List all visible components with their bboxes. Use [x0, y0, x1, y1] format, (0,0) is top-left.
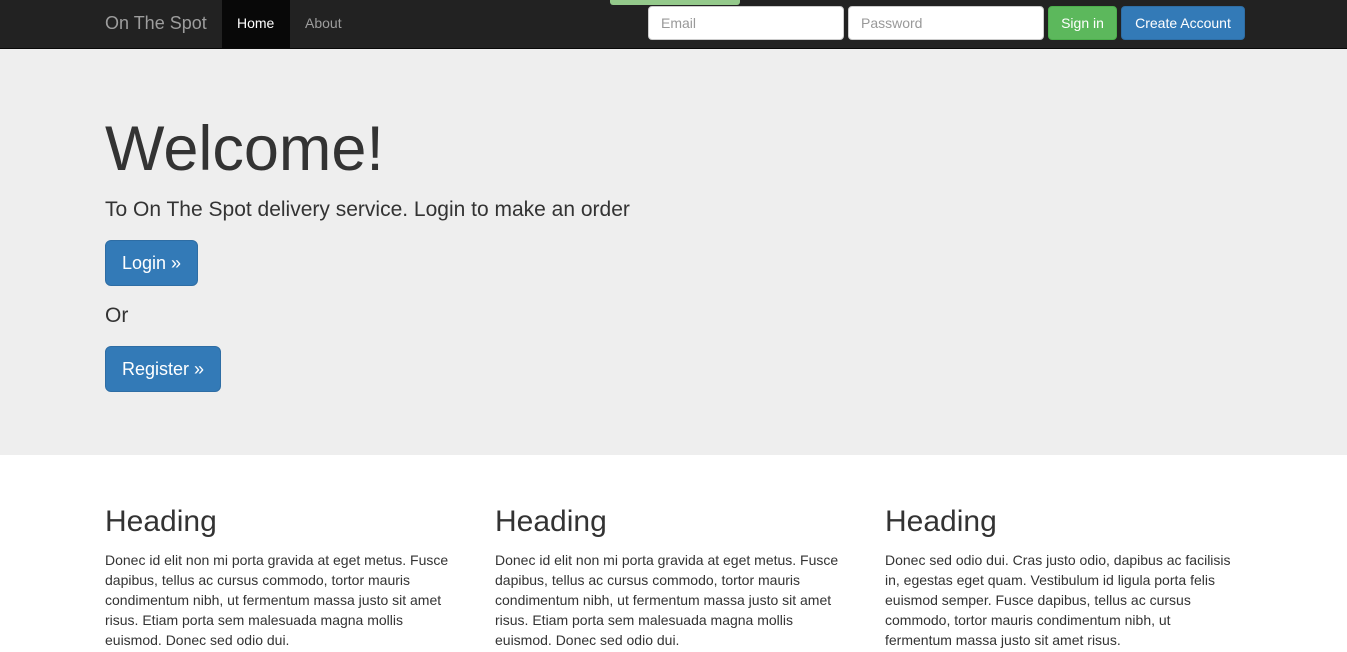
top-navbar: On The Spot Home About Sign in Create Ac… — [0, 0, 1347, 49]
hero-section: Welcome! To On The Spot delivery service… — [0, 49, 1347, 455]
column-text: Donec id elit non mi porta gravida at eg… — [105, 552, 449, 648]
brand-link[interactable]: On The Spot — [105, 0, 207, 48]
page-title: Welcome! — [105, 114, 384, 184]
content-column-2: Heading Donec id elit non mi porta gravi… — [495, 504, 855, 650]
create-account-button[interactable]: Create Account — [1121, 6, 1245, 40]
nav-home-link[interactable]: Home — [222, 0, 290, 48]
column-text: Donec id elit non mi porta gravida at eg… — [495, 552, 839, 648]
column-heading: Heading — [885, 505, 997, 538]
sign-in-button[interactable]: Sign in — [1048, 6, 1117, 40]
register-button[interactable]: Register » — [105, 346, 221, 392]
column-heading: Heading — [105, 505, 217, 538]
column-heading: Heading — [495, 505, 607, 538]
login-button[interactable]: Login » — [105, 240, 198, 286]
column-text: Donec sed odio dui. Cras justo odio, dap… — [885, 552, 1231, 648]
or-text: Or — [105, 304, 129, 327]
hero-lead-text: To On The Spot delivery service. Login t… — [105, 198, 630, 221]
content-column-3: Heading Donec sed odio dui. Cras justo o… — [885, 504, 1245, 650]
password-field[interactable] — [848, 6, 1044, 40]
content-column-1: Heading Donec id elit non mi porta gravi… — [105, 504, 465, 650]
notification-tab — [610, 0, 740, 5]
nav-about-link[interactable]: About — [290, 0, 357, 48]
email-field[interactable] — [648, 6, 844, 40]
